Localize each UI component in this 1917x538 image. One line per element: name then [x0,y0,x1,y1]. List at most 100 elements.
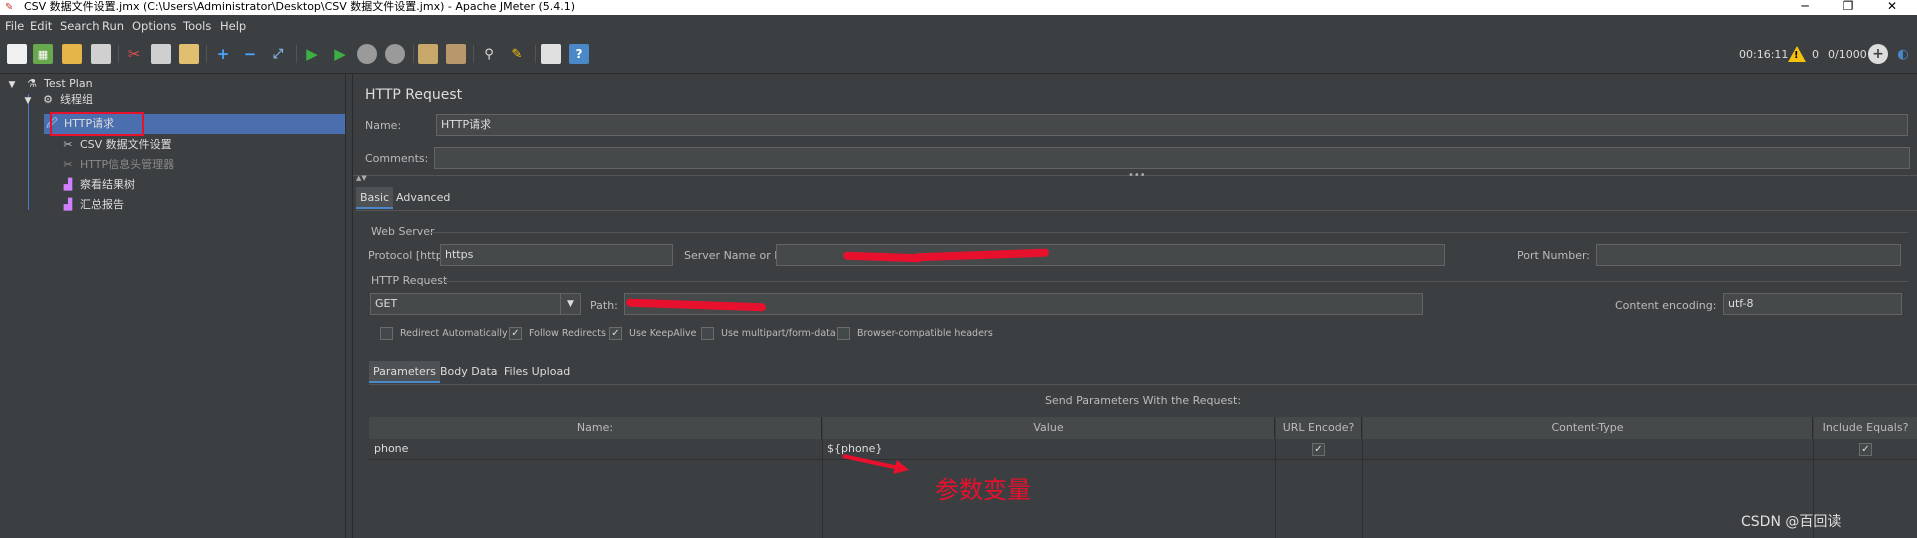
redirect-auto-checkbox[interactable] [380,327,393,340]
collapse-icon[interactable]: − [240,44,260,64]
warning-count: 0 [1812,48,1819,61]
save-icon[interactable] [91,44,111,64]
comments-label: Comments: [365,152,429,165]
elapsed-time: 00:16:11 [1739,48,1789,61]
shutdown-icon[interactable] [385,44,405,64]
name-input[interactable]: HTTP请求 [436,114,1908,136]
chevron-down-icon[interactable]: ▼ [4,75,20,95]
maximize-icon[interactable]: ❐ [1838,0,1858,12]
search-icon[interactable]: ⚲ [479,44,499,64]
menu-run[interactable]: Run [102,19,124,33]
col-header-content-type[interactable]: Content-Type [1363,417,1813,439]
clear-all-icon[interactable] [446,44,466,64]
server-label: Server Name or IP: [684,249,788,262]
tree-item-summary-report[interactable]: ▟ 汇总报告 [60,195,124,215]
stop-icon[interactable] [357,44,377,64]
scissors-icon: ✂ [63,138,73,151]
remote-start-icon[interactable]: + [1868,44,1888,64]
menu-bar: File Edit Search Run Options Tools Help [0,15,1917,36]
method-select[interactable]: GET ▼ [370,293,581,315]
drag-handle-icon: ••• [1128,170,1146,181]
tab-basic[interactable]: Basic [356,187,394,209]
encoding-label: Content encoding: [1615,299,1717,312]
toggle-icon[interactable]: ⤢ [268,44,288,64]
port-input[interactable] [1596,244,1901,266]
copy-icon[interactable] [151,44,171,64]
params-table: Send Parameters With the Request: Name: … [369,385,1917,538]
tree-item-csv-data-set[interactable]: ✂ CSV 数据文件设置 [60,135,171,155]
function-helper-icon[interactable] [541,44,561,64]
menu-edit[interactable]: Edit [30,19,52,33]
reset-search-icon[interactable]: ✎ [507,44,527,64]
remote-icon[interactable]: ◐ [1893,44,1913,64]
keepalive-label: Use KeepAlive [629,328,697,339]
tab-advanced[interactable]: Advanced [392,187,454,209]
cut-icon[interactable]: ✂ [124,44,144,64]
port-label: Port Number: [1517,249,1591,262]
comments-splitter[interactable]: ▲▼ ••• [353,170,1917,183]
start-no-pause-icon[interactable]: ▶ [330,44,350,64]
tab-parameters[interactable]: Parameters [369,361,440,383]
param-name-cell[interactable]: phone [374,440,408,458]
watermark: CSDN @百回读 [1741,514,1842,530]
toolbar: ▦ ✂ + − ⤢ ▶ ▶ ⚲ ✎ ? 00:16:11 ! 0 0/1000 … [0,36,1917,74]
chart-icon: ▟ [63,178,73,191]
gear-icon: ⚙ [43,93,53,106]
multipart-checkbox[interactable] [701,327,714,340]
chart-icon: ▟ [63,198,73,211]
clear-icon[interactable] [418,44,438,64]
new-icon[interactable] [7,44,27,64]
url-encode-checkbox[interactable]: ✓ [1312,443,1325,456]
follow-redirects-checkbox[interactable]: ✓ [509,327,522,340]
menu-tools[interactable]: Tools [183,19,211,33]
menu-options[interactable]: Options [132,19,176,33]
help-icon[interactable]: ? [569,44,589,64]
col-header-url-encode[interactable]: URL Encode? [1276,417,1362,439]
table-caption: Send Parameters With the Request: [1044,394,1242,407]
redirect-auto-label: Redirect Automatically [400,328,508,339]
include-equals-checkbox[interactable]: ✓ [1859,443,1872,456]
jmeter-app-icon: ✎ [5,2,14,13]
http-request-title: HTTP Request [371,274,448,287]
col-header-include-equals[interactable]: Include Equals? [1814,417,1917,439]
http-request-panel: HTTP Request Name: HTTP请求 Comments: ▲▼ •… [353,74,1917,538]
web-server-title: Web Server [371,225,435,238]
menu-help[interactable]: Help [220,19,246,33]
comments-input[interactable] [434,147,1910,169]
panel-splitter[interactable] [345,74,353,538]
scissors-icon: ✂ [63,158,73,171]
menu-search[interactable]: Search [60,19,100,33]
paste-icon[interactable] [179,44,199,64]
protocol-input[interactable]: https [440,244,673,266]
col-header-name[interactable]: Name: [369,417,822,439]
start-icon[interactable]: ▶ [302,44,322,64]
chevron-down-icon[interactable]: ▼ [560,294,580,314]
minimize-icon[interactable]: ─ [1795,0,1815,12]
window-titlebar: ✎ CSV 数据文件设置.jmx (C:\Users\Administrator… [0,0,1917,15]
window-title: CSV 数据文件设置.jmx (C:\Users\Administrator\D… [24,0,576,13]
panel-heading: HTTP Request [365,87,463,103]
tab-body-data[interactable]: Body Data [436,361,502,383]
tab-files-upload[interactable]: Files Upload [500,361,574,383]
close-icon[interactable]: ✕ [1882,0,1902,12]
tree-item-result-tree[interactable]: ▟ 察看结果树 [60,175,135,195]
open-icon[interactable] [62,44,82,64]
thread-count: 0/1000 [1828,48,1867,61]
menu-file[interactable]: File [5,19,24,33]
multipart-label: Use multipart/form-data [721,328,836,339]
expand-icon[interactable]: + [213,44,233,64]
tree-thread-group[interactable]: ▼ ⚙ 线程组 [20,90,93,110]
templates-icon[interactable]: ▦ [33,44,53,64]
follow-redirects-label: Follow Redirects [529,328,606,339]
protocol-label: Protocol [http]: [368,249,451,262]
browser-headers-checkbox[interactable] [837,327,850,340]
chevron-down-icon[interactable]: ▼ [20,91,36,111]
browser-headers-label: Browser-compatible headers [857,328,993,339]
col-header-value[interactable]: Value [823,417,1275,439]
name-label: Name: [365,119,402,132]
keepalive-checkbox[interactable]: ✓ [609,327,622,340]
tree-item-header-manager[interactable]: ✂ HTTP信息头管理器 [60,155,174,175]
path-label: Path: [590,299,618,312]
annotation-arrow-icon [842,454,909,474]
encoding-input[interactable]: utf-8 [1723,293,1902,315]
